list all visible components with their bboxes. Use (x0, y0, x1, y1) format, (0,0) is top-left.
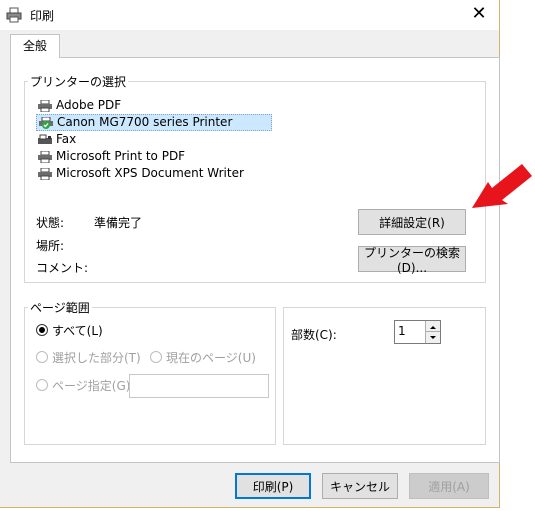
print-button[interactable]: 印刷(P) (235, 473, 311, 499)
printer-default-icon (39, 116, 53, 129)
apply-button[interactable]: 適用(A) (409, 473, 489, 499)
annotation-arrow-icon (472, 164, 532, 208)
radio-pages-label: ページ指定(G): (52, 379, 135, 393)
location-label: 場所: (36, 239, 65, 253)
stepper-down-button[interactable] (425, 332, 440, 343)
printer-name: Microsoft XPS Document Writer (56, 166, 244, 180)
advanced-settings-button[interactable]: 詳細設定(R) (358, 209, 466, 235)
printer-name: Canon MG7700 series Printer (57, 115, 233, 129)
printer-name: Adobe PDF (56, 98, 122, 112)
stepper-up-button[interactable] (425, 321, 440, 332)
copies-value: 1 (398, 324, 406, 338)
printer-icon (38, 99, 52, 112)
radio-current-page[interactable] (150, 351, 162, 363)
printer-icon (38, 150, 52, 163)
comment-label: コメント: (36, 261, 89, 275)
radio-all-label: すべて(L) (52, 324, 103, 338)
radio-all[interactable] (36, 324, 48, 336)
tab-connector (11, 56, 59, 59)
status-value: 準備完了 (94, 216, 143, 230)
fax-icon (38, 134, 52, 146)
printer-name: Fax (56, 132, 77, 146)
printer-name: Microsoft Print to PDF (56, 149, 186, 163)
tab-general[interactable]: 全般 (10, 34, 60, 58)
triangle-up-icon (430, 326, 436, 329)
cancel-button[interactable]: キャンセル (322, 473, 398, 499)
find-printer-button[interactable]: プリンターの検索(D)... (358, 246, 466, 275)
copies-stepper[interactable]: 1 (394, 320, 441, 344)
radio-selection[interactable] (36, 351, 48, 363)
printer-icon (38, 167, 52, 180)
radio-selection-label: 選択した部分(T) (52, 351, 141, 365)
printer-item-fax[interactable]: Fax (38, 131, 76, 148)
status-label: 状態: (36, 216, 65, 230)
copies-label: 部数(C): (291, 328, 337, 342)
printer-item-microsoft-pdf[interactable]: Microsoft Print to PDF (38, 148, 185, 165)
printer-item-xps[interactable]: Microsoft XPS Document Writer (38, 165, 244, 182)
page-range-label: ページ範囲 (28, 299, 92, 316)
radio-pages[interactable] (36, 379, 48, 391)
printer-group-label: プリンターの選択 (28, 73, 129, 90)
triangle-down-icon (430, 336, 436, 339)
printer-item-adobe-pdf[interactable]: Adobe PDF (38, 97, 121, 114)
printer-item-canon[interactable]: Canon MG7700 series Printer (36, 114, 272, 131)
pages-input[interactable] (129, 374, 269, 398)
radio-current-page-label: 現在のページ(U) (166, 351, 256, 365)
